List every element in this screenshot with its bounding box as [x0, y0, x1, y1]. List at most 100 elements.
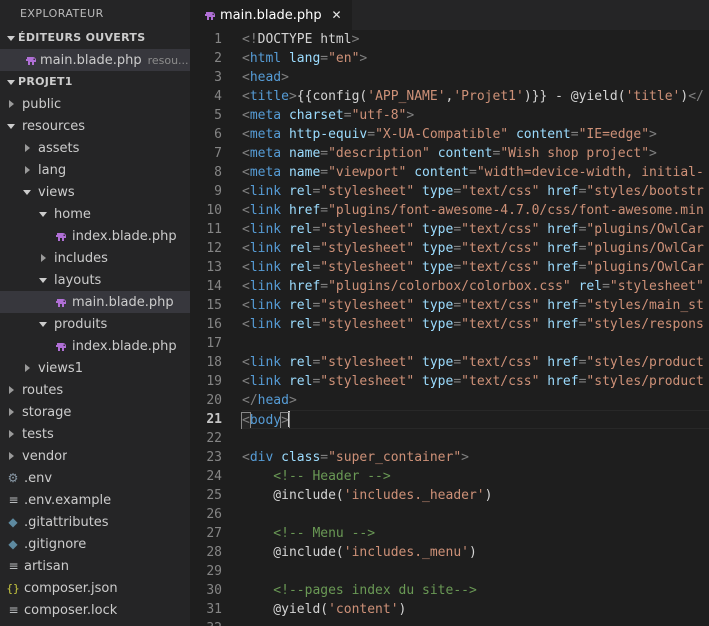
- tree-file-env-example[interactable]: ≡ .env.example: [0, 489, 190, 511]
- code-line[interactable]: 10 <link href="plugins/font-awesome-4.7.0…: [190, 201, 709, 220]
- code-editor[interactable]: 1 <!DOCTYPE html> 2 <html lang="en"> 3 <head>…: [190, 30, 709, 626]
- code-line[interactable]: 14 <link href="plugins/colorbox/colorbox.…: [190, 277, 709, 296]
- code-line[interactable]: 8 <meta name="viewport" content="width=de…: [190, 163, 709, 182]
- file-label: composer.lock: [24, 602, 118, 618]
- code-line[interactable]: 32: [190, 619, 709, 626]
- chevron-right-icon[interactable]: [20, 364, 34, 372]
- code-line-content: [232, 505, 709, 524]
- tree-file-gitignore[interactable]: ◆ .gitignore: [0, 533, 190, 555]
- code-line[interactable]: 6 <meta http-equiv="X-UA-Compatible" cont…: [190, 125, 709, 144]
- code-line[interactable]: 15 <link rel="stylesheet" type="text/css"…: [190, 296, 709, 315]
- code-line[interactable]: 4 <title>{{config('APP_NAME','Projet1')}}…: [190, 87, 709, 106]
- tree-folder-routes[interactable]: routes: [0, 379, 190, 401]
- open-editor-label: main.blade.php: [40, 52, 142, 68]
- code-line[interactable]: 1 <!DOCTYPE html>: [190, 30, 709, 49]
- code-token: title: [249, 89, 289, 104]
- code-line[interactable]: 23 <div class="super_container">: [190, 448, 709, 467]
- chevron-down-icon[interactable]: [36, 211, 50, 217]
- tree-folder-tests[interactable]: tests: [0, 423, 190, 445]
- chevron-down-icon[interactable]: [36, 321, 50, 327]
- code-line[interactable]: 18 <link rel="stylesheet" type="text/css"…: [190, 353, 709, 372]
- chevron-right-icon[interactable]: [4, 452, 18, 460]
- chevron-down-icon[interactable]: [36, 277, 50, 283]
- code-token: "styles/product: [586, 355, 704, 370]
- code-line[interactable]: 2 <html lang="en">: [190, 49, 709, 68]
- chevron-right-icon[interactable]: [4, 100, 18, 108]
- code-line[interactable]: 28 @include('includes._menu'): [190, 543, 709, 562]
- explorer-section-open-editors[interactable]: ÉDITEURS OUVERTS: [0, 27, 190, 49]
- tree-file-gitattributes[interactable]: ◆ .gitattributes: [0, 511, 190, 533]
- chevron-right-icon[interactable]: [36, 254, 50, 262]
- chevron-right-icon[interactable]: [4, 408, 18, 416]
- explorer-section-project[interactable]: PROJET1: [0, 71, 190, 93]
- code-line[interactable]: 7 <meta name="description" content="Wish …: [190, 144, 709, 163]
- code-line[interactable]: 29: [190, 562, 709, 581]
- code-line[interactable]: 27 <!-- Menu -->: [190, 524, 709, 543]
- code-line[interactable]: 20 </head>: [190, 391, 709, 410]
- tree-file-index-blade-php[interactable]: index.blade.php: [0, 335, 190, 357]
- tree-file-package-json[interactable]: {}package.json: [0, 621, 190, 626]
- chevron-down-icon[interactable]: [4, 35, 18, 41]
- code-line[interactable]: 11 <link rel="stylesheet" type="text/css"…: [190, 220, 709, 239]
- chevron-right-icon[interactable]: [20, 166, 34, 174]
- triangle-right: [8, 452, 14, 460]
- code-token: <: [242, 279, 250, 294]
- code-token: type: [422, 241, 454, 256]
- chevron-right-icon[interactable]: [20, 144, 34, 152]
- chevron-down-icon[interactable]: [4, 79, 18, 85]
- tree-folder-lang[interactable]: lang: [0, 159, 190, 181]
- code-line[interactable]: 16 <link rel="stylesheet" type="text/css"…: [190, 315, 709, 334]
- tree-folder-vendor[interactable]: vendor: [0, 445, 190, 467]
- code-line-content: @include('includes._menu'): [232, 543, 709, 562]
- chevron-right-icon[interactable]: [4, 430, 18, 438]
- chevron-right-icon[interactable]: [4, 386, 18, 394]
- code-line[interactable]: 3 <head>: [190, 68, 709, 87]
- code-line[interactable]: 30 <!--pages index du site-->: [190, 581, 709, 600]
- line-number: 12: [206, 241, 222, 256]
- tree-folder-produits[interactable]: produits: [0, 313, 190, 335]
- tree-folder-views[interactable]: views: [0, 181, 190, 203]
- chevron-down-icon[interactable]: [20, 189, 34, 195]
- tree-folder-assets[interactable]: assets: [0, 137, 190, 159]
- code-line[interactable]: 31 @yield('content'): [190, 600, 709, 619]
- code-line[interactable]: 21 <body>: [190, 410, 709, 429]
- code-line[interactable]: 13 <link rel="stylesheet" type="text/css"…: [190, 258, 709, 277]
- open-editor-item[interactable]: main.blade.php resou...: [0, 49, 190, 71]
- code-line[interactable]: 19 <link rel="stylesheet" type="text/css"…: [190, 372, 709, 391]
- tab-label: main.blade.php: [220, 7, 322, 23]
- file-label: .env.example: [24, 492, 112, 508]
- code-token: rel: [288, 317, 313, 332]
- code-line[interactable]: 22: [190, 429, 709, 448]
- tree-folder-home[interactable]: home: [0, 203, 190, 225]
- code-line[interactable]: 17: [190, 334, 709, 353]
- close-icon[interactable]: ✕: [330, 9, 344, 21]
- tree-file-index-blade-php[interactable]: index.blade.php: [0, 225, 190, 247]
- code-line[interactable]: 26: [190, 505, 709, 524]
- tab-main-blade-php[interactable]: main.blade.php ✕: [190, 0, 352, 30]
- tree-folder-storage[interactable]: storage: [0, 401, 190, 423]
- tree-folder-views1[interactable]: views1: [0, 357, 190, 379]
- tree-file-composer-json[interactable]: {} composer.json: [0, 577, 190, 599]
- tree-file-artisan[interactable]: ≡ artisan: [0, 555, 190, 577]
- tree-folder-public[interactable]: public: [0, 93, 190, 115]
- tree-file-env[interactable]: ⚙ .env: [0, 467, 190, 489]
- code-token: link: [249, 279, 282, 294]
- tree-folder-resources[interactable]: resources: [0, 115, 190, 137]
- chevron-down-icon[interactable]: [4, 123, 18, 129]
- code-line[interactable]: 5 <meta charset="utf-8">: [190, 106, 709, 125]
- tree-file-main-blade-php[interactable]: main.blade.php: [0, 291, 190, 313]
- code-line[interactable]: 25 @include('includes._header'): [190, 486, 709, 505]
- line-number: 11: [206, 222, 222, 237]
- code-line[interactable]: 24 <!-- Header -->: [190, 467, 709, 486]
- code-token: rel: [288, 260, 313, 275]
- code-line[interactable]: 9 <link rel="stylesheet" type="text/css" …: [190, 182, 709, 201]
- folder-label: home: [54, 206, 91, 222]
- tree-folder-includes[interactable]: includes: [0, 247, 190, 269]
- explorer-scroll-container[interactable]: ÉDITEURS OUVERTS main.blade.php resou... PR…: [0, 27, 190, 626]
- code-line[interactable]: 12 <link rel="stylesheet" type="text/css"…: [190, 239, 709, 258]
- tree-folder-layouts[interactable]: layouts: [0, 269, 190, 291]
- tree-file-composer-lock[interactable]: ≡ composer.lock: [0, 599, 190, 621]
